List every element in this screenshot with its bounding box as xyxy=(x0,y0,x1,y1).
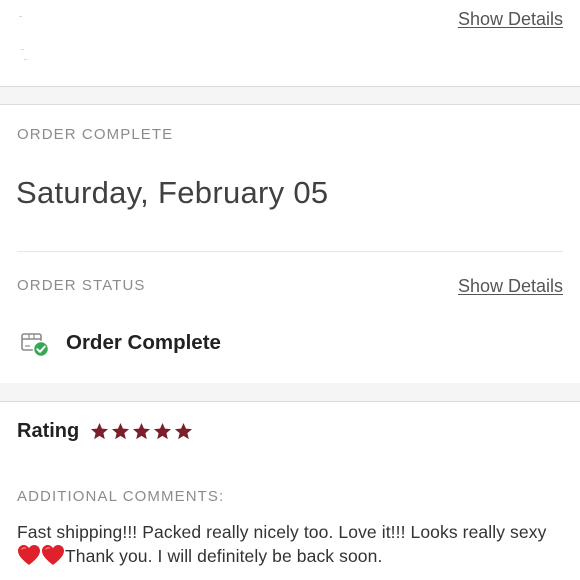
red-heart-icon xyxy=(17,544,41,566)
order-date: Saturday, February 05 xyxy=(16,175,329,210)
comment-text-part2: Thank you. I will definitely be back soo… xyxy=(65,546,383,566)
section-gap xyxy=(0,87,580,104)
package-check-icon xyxy=(20,328,50,358)
order-status-row: Order Complete xyxy=(20,327,221,359)
star-icon xyxy=(154,422,172,440)
status-show-details-link[interactable]: Show Details xyxy=(458,276,563,297)
order-status-label: ORDER STATUS xyxy=(17,277,146,294)
order-status-value: Order Complete xyxy=(66,331,221,354)
faint-mark xyxy=(19,16,22,17)
faint-mark xyxy=(24,59,27,60)
star-icon xyxy=(133,422,151,440)
previous-section-card: Show Details xyxy=(0,0,580,87)
rating-title: Rating xyxy=(17,420,80,442)
star-icon xyxy=(112,422,130,440)
star-icon xyxy=(91,422,109,440)
rating-row: Rating xyxy=(17,420,193,443)
comment-text-part1: Fast shipping!!! Packed really nicely to… xyxy=(17,522,547,542)
faint-mark xyxy=(21,49,24,50)
section-gap xyxy=(0,383,580,401)
rating-card: Rating ADDITIONAL COMMENTS: Fast shippin… xyxy=(0,401,580,580)
star-rating xyxy=(90,422,193,441)
star-icon xyxy=(175,422,193,440)
divider xyxy=(17,251,563,252)
comment-text: Fast shipping!!! Packed really nicely to… xyxy=(17,520,563,568)
red-heart-icon xyxy=(41,544,65,566)
show-details-link[interactable]: Show Details xyxy=(458,9,563,30)
additional-comments-label: ADDITIONAL COMMENTS: xyxy=(17,488,225,505)
order-summary-card: ORDER COMPLETE Saturday, February 05 ORD… xyxy=(0,104,580,384)
order-complete-label: ORDER COMPLETE xyxy=(17,126,174,143)
order-details-page: Show Details ORDER COMPLETE Saturday, Fe… xyxy=(0,0,580,580)
